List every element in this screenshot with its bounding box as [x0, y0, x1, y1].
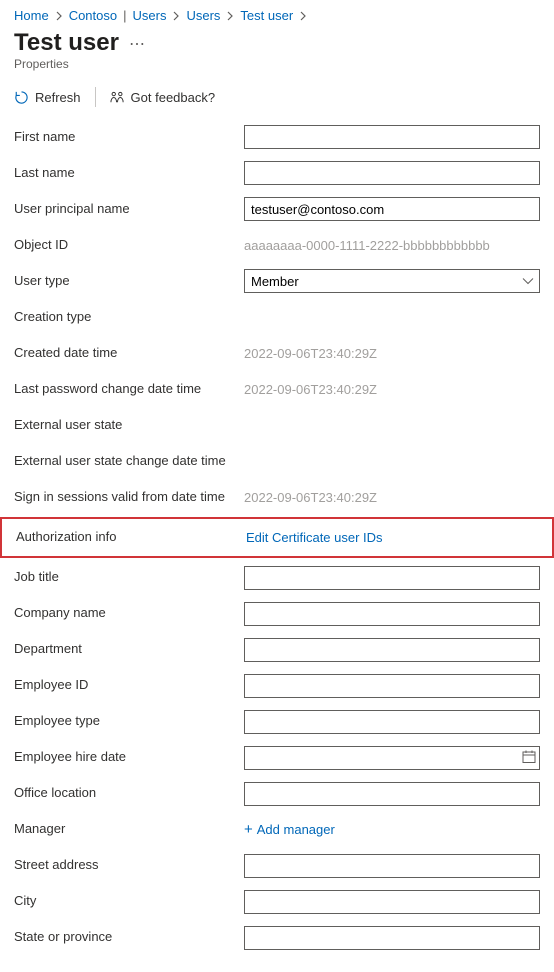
label-object-id: Object ID	[14, 237, 244, 254]
department-input[interactable]	[244, 638, 540, 662]
row-object-id: Object ID aaaaaaaa-0000-1111-2222-bbbbbb…	[0, 227, 554, 263]
street-address-input[interactable]	[244, 854, 540, 878]
label-job-title: Job title	[14, 569, 244, 586]
feedback-label: Got feedback?	[131, 90, 216, 105]
label-office-location: Office location	[14, 785, 244, 802]
label-created: Created date time	[14, 345, 244, 362]
label-signin-valid: Sign in sessions valid from date time	[14, 489, 244, 506]
breadcrumb-users2[interactable]: Users	[186, 8, 220, 23]
last-pw-change-value: 2022-09-06T23:40:29Z	[244, 382, 377, 397]
chevron-right-icon	[55, 11, 63, 21]
office-location-input[interactable]	[244, 782, 540, 806]
employee-hire-date-input[interactable]	[244, 746, 540, 770]
row-street-address: Street address	[0, 848, 554, 884]
employee-id-input[interactable]	[244, 674, 540, 698]
first-name-input[interactable]	[244, 125, 540, 149]
feedback-icon	[110, 90, 125, 105]
more-actions-button[interactable]: ⋯	[129, 37, 145, 53]
label-city: City	[14, 893, 244, 910]
job-title-input[interactable]	[244, 566, 540, 590]
row-ext-user-state: External user state	[0, 407, 554, 443]
created-value: 2022-09-06T23:40:29Z	[244, 346, 377, 361]
row-job-title: Job title	[0, 560, 554, 596]
refresh-label: Refresh	[35, 90, 81, 105]
chevron-right-icon	[299, 11, 307, 21]
label-last-name: Last name	[14, 165, 244, 182]
label-authorization-info: Authorization info	[16, 529, 246, 546]
last-name-input[interactable]	[244, 161, 540, 185]
row-office-location: Office location	[0, 776, 554, 812]
label-company-name: Company name	[14, 605, 244, 622]
refresh-icon	[14, 90, 29, 105]
chevron-right-icon	[172, 11, 180, 21]
feedback-button[interactable]: Got feedback?	[110, 90, 216, 105]
label-user-type: User type	[14, 273, 244, 290]
row-signin-valid: Sign in sessions valid from date time 20…	[0, 479, 554, 515]
add-manager-link[interactable]: +Add manager	[244, 822, 335, 837]
row-user-type: User type	[0, 263, 554, 299]
object-id-value: aaaaaaaa-0000-1111-2222-bbbbbbbbbbbb	[244, 238, 490, 253]
breadcrumb-home[interactable]: Home	[14, 8, 49, 23]
row-employee-type: Employee type	[0, 704, 554, 740]
plus-icon: +	[244, 821, 253, 838]
breadcrumb: Home Contoso | Users Users Test user	[0, 0, 554, 27]
label-employee-id: Employee ID	[14, 677, 244, 694]
label-state-province: State or province	[14, 929, 244, 946]
label-department: Department	[14, 641, 244, 658]
row-city: City	[0, 884, 554, 920]
row-company-name: Company name	[0, 596, 554, 632]
label-street-address: Street address	[14, 857, 244, 874]
label-first-name: First name	[14, 129, 244, 146]
label-manager: Manager	[14, 821, 244, 838]
breadcrumb-current[interactable]: Test user	[240, 8, 293, 23]
row-created: Created date time 2022-09-06T23:40:29Z	[0, 335, 554, 371]
row-ext-user-state-change: External user state change date time	[0, 443, 554, 479]
city-input[interactable]	[244, 890, 540, 914]
row-last-name: Last name	[0, 155, 554, 191]
fields-list: First name Last name User principal name…	[0, 119, 554, 956]
toolbar: Refresh Got feedback?	[0, 75, 554, 119]
row-upn: User principal name	[0, 191, 554, 227]
row-authorization-info: Authorization info Edit Certificate user…	[0, 517, 554, 558]
label-employee-hire-date: Employee hire date	[14, 749, 244, 766]
label-ext-user-state-change: External user state change date time	[14, 453, 244, 470]
row-employee-hire-date: Employee hire date	[0, 740, 554, 776]
upn-input[interactable]	[244, 197, 540, 221]
toolbar-separator	[95, 87, 96, 107]
label-upn: User principal name	[14, 201, 244, 218]
label-last-pw-change: Last password change date time	[14, 381, 244, 398]
edit-cert-user-ids-link[interactable]: Edit Certificate user IDs	[246, 530, 383, 545]
row-manager: Manager +Add manager	[0, 812, 554, 848]
user-type-select[interactable]	[244, 269, 540, 293]
label-creation-type: Creation type	[14, 309, 244, 326]
breadcrumb-org[interactable]: Contoso	[69, 8, 117, 23]
chevron-right-icon	[226, 11, 234, 21]
label-ext-user-state: External user state	[14, 417, 244, 434]
state-province-input[interactable]	[244, 926, 540, 950]
breadcrumb-pipe: |	[123, 8, 126, 23]
label-employee-type: Employee type	[14, 713, 244, 730]
signin-valid-value: 2022-09-06T23:40:29Z	[244, 490, 377, 505]
breadcrumb-users1[interactable]: Users	[133, 8, 167, 23]
page-header: Test user ⋯ Properties	[0, 27, 554, 75]
row-creation-type: Creation type	[0, 299, 554, 335]
row-department: Department	[0, 632, 554, 668]
row-state-province: State or province	[0, 920, 554, 956]
page-title: Test user	[14, 29, 119, 57]
employee-type-input[interactable]	[244, 710, 540, 734]
refresh-button[interactable]: Refresh	[14, 90, 81, 105]
page-subtitle: Properties	[14, 57, 540, 71]
row-first-name: First name	[0, 119, 554, 155]
row-employee-id: Employee ID	[0, 668, 554, 704]
row-last-pw-change: Last password change date time 2022-09-0…	[0, 371, 554, 407]
company-name-input[interactable]	[244, 602, 540, 626]
